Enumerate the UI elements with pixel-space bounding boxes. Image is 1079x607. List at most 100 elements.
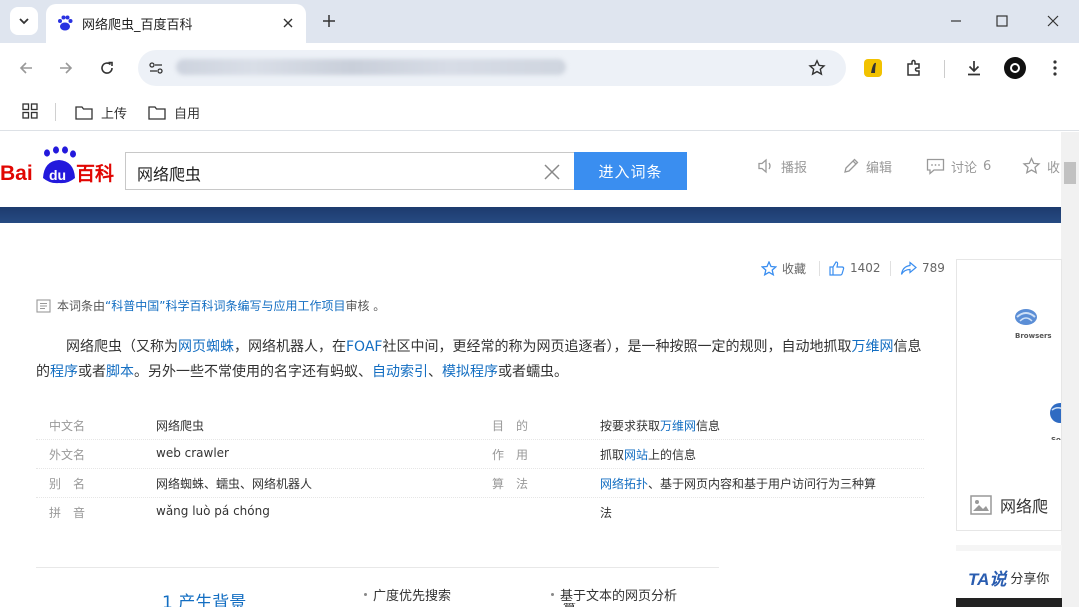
stats-divider bbox=[819, 261, 820, 276]
folder-icon bbox=[148, 105, 166, 120]
info-key: 别 名 bbox=[49, 477, 86, 491]
scrollbar-thumb[interactable] bbox=[1064, 162, 1076, 184]
info-key: 算 法 bbox=[492, 477, 529, 491]
info-value: 按要求获取万维网信息 bbox=[600, 417, 720, 434]
pencil-icon bbox=[842, 157, 860, 175]
link-website[interactable]: 网站 bbox=[624, 448, 648, 462]
info-row: 别 名 网络蜘蛛、蠕虫、网络机器人 算 法 网络拓扑、基于网页内容和基于用户访问… bbox=[36, 469, 924, 498]
star-outline-icon bbox=[1022, 157, 1041, 175]
minimize-button[interactable] bbox=[943, 8, 969, 34]
review-project-link[interactable]: “科普中国”科学百科词条编写与应用工作项目 bbox=[105, 299, 345, 313]
web-page: Bai du 百科 网络爬虫 进入词条 播报 编辑 讨论 6 收 收藏 1402… bbox=[0, 132, 1079, 607]
intro-text: 网络爬虫（又称为 bbox=[66, 339, 178, 355]
apps-grid-icon[interactable] bbox=[22, 103, 38, 119]
reload-button[interactable] bbox=[94, 55, 120, 81]
arrow-left-icon bbox=[18, 60, 34, 76]
bookmarks-divider bbox=[55, 103, 56, 121]
catalog-item-background[interactable]: 1 产生背景 bbox=[162, 588, 246, 607]
active-tab[interactable]: 网络爬虫_百度百科 bbox=[46, 4, 306, 43]
info-row: 外文名 web crawler 作 用 抓取网站上的信息 bbox=[36, 440, 924, 469]
bookmark-folder-upload[interactable]: 上传 bbox=[75, 101, 127, 123]
link-topology[interactable]: 网络拓扑 bbox=[600, 477, 648, 491]
close-icon[interactable] bbox=[278, 13, 298, 33]
profile-button[interactable] bbox=[1002, 55, 1028, 81]
collect-button[interactable]: 收藏 bbox=[761, 259, 806, 277]
share-button[interactable]: 789 bbox=[900, 259, 945, 277]
edit-button[interactable]: 编辑 bbox=[842, 156, 892, 176]
downloads-button[interactable] bbox=[961, 55, 987, 81]
catalog-subitem-label: 广度优先搜索 bbox=[373, 589, 452, 604]
info-key: 中文名 bbox=[49, 419, 86, 433]
logo-du: du bbox=[49, 167, 66, 183]
site-info-icon[interactable] bbox=[148, 60, 164, 76]
lemma-album-card[interactable]: Browsers So bbox=[956, 259, 1062, 531]
catalog-subitem[interactable]: 广度优先搜索 bbox=[364, 585, 451, 604]
back-button[interactable] bbox=[13, 55, 39, 81]
link-foaf[interactable]: FOAF bbox=[346, 339, 382, 355]
navigation-strip bbox=[0, 207, 1061, 223]
discuss-button[interactable]: 讨论 6 bbox=[926, 156, 991, 176]
globe-icon bbox=[1012, 305, 1040, 329]
info-row: 拼 音 wǎng luò pá chóng 法 bbox=[36, 498, 924, 527]
extensions-button[interactable] bbox=[901, 55, 927, 81]
search-input[interactable]: 网络爬虫 bbox=[125, 152, 575, 190]
menu-button[interactable] bbox=[1042, 55, 1068, 81]
collect-top-button[interactable]: 收 bbox=[1022, 156, 1060, 176]
bookmark-label: 自用 bbox=[174, 106, 201, 122]
info-value: 网络拓扑、基于网页内容和基于用户访问行为三种算 bbox=[600, 475, 876, 492]
link-auto-index[interactable]: 自动索引 bbox=[372, 364, 428, 380]
maximize-button[interactable] bbox=[989, 8, 1015, 34]
globe-icon bbox=[1049, 400, 1061, 426]
arrow-right-icon bbox=[58, 60, 74, 76]
bookmark-folder-personal[interactable]: 自用 bbox=[148, 101, 200, 123]
clear-icon[interactable] bbox=[542, 162, 562, 182]
intro-text: 社区中间，更经常的称为网页追逐者），是一种按照一定的规则，自动地抓取 bbox=[382, 339, 852, 355]
collect-label: 收藏 bbox=[782, 261, 807, 276]
share-count: 789 bbox=[922, 261, 945, 275]
link-script[interactable]: 脚本 bbox=[106, 364, 134, 380]
play-button[interactable]: 播报 bbox=[757, 156, 807, 176]
info-text: 按要求获取 bbox=[600, 419, 661, 433]
enter-entry-button[interactable]: 进入词条 bbox=[574, 152, 687, 190]
info-key: 目 的 bbox=[492, 419, 529, 433]
extension-avatar-button[interactable] bbox=[860, 55, 886, 81]
link-simulation[interactable]: 模拟程序 bbox=[442, 364, 498, 380]
dark-banner bbox=[956, 598, 1062, 607]
info-text: 抓取 bbox=[600, 448, 625, 462]
close-window-button[interactable] bbox=[1040, 8, 1066, 34]
link-www[interactable]: 万维网 bbox=[660, 419, 696, 433]
link-web-spider[interactable]: 网页蜘蛛 bbox=[178, 339, 234, 355]
album-title[interactable]: 网络爬 bbox=[970, 493, 1048, 517]
edit-label: 编辑 bbox=[866, 160, 893, 176]
scrollbar[interactable] bbox=[1061, 132, 1079, 607]
ta-share-card[interactable]: TA说 分享你 bbox=[968, 565, 1049, 590]
info-value: wǎng luò pá chóng bbox=[156, 504, 270, 518]
more-vert-icon bbox=[1053, 60, 1057, 76]
tab-search-button[interactable] bbox=[10, 7, 38, 35]
forward-button[interactable] bbox=[53, 55, 79, 81]
info-value: 网络爬虫 bbox=[156, 419, 205, 433]
like-button[interactable]: 1402 bbox=[829, 259, 881, 277]
info-value: 法 bbox=[600, 506, 613, 520]
minimize-icon bbox=[950, 15, 962, 27]
tab-title: 网络爬虫_百度百科 bbox=[82, 18, 193, 33]
info-key: 拼 音 bbox=[49, 506, 86, 520]
bullet bbox=[551, 593, 554, 596]
comment-icon bbox=[926, 158, 945, 175]
new-tab-button[interactable] bbox=[318, 10, 340, 32]
baike-logo[interactable]: Bai du 百科 bbox=[0, 146, 118, 186]
address-bar[interactable] bbox=[138, 50, 846, 86]
intro-text: 。另外一些不常使用的名字还有蚂蚁、 bbox=[134, 364, 372, 380]
info-row: 中文名 网络爬虫 目 的 按要求获取万维网信息 bbox=[36, 411, 924, 440]
share-text: 分享你 bbox=[1010, 572, 1050, 587]
intro-text: ，网络机器人，在 bbox=[234, 339, 346, 355]
link-program[interactable]: 程序 bbox=[50, 364, 78, 380]
tab-bar: 网络爬虫_百度百科 bbox=[0, 0, 1079, 43]
intro-text: 、 bbox=[428, 364, 442, 380]
star-icon[interactable] bbox=[808, 59, 826, 77]
catalog-subitem[interactable]: 基于文本的网页分析 bbox=[551, 585, 677, 604]
info-text: 上的信息 bbox=[648, 448, 697, 462]
link-www[interactable]: 万维网 bbox=[851, 339, 893, 355]
review-suffix: 审核 。 bbox=[345, 299, 386, 313]
speaker-icon bbox=[757, 158, 775, 174]
